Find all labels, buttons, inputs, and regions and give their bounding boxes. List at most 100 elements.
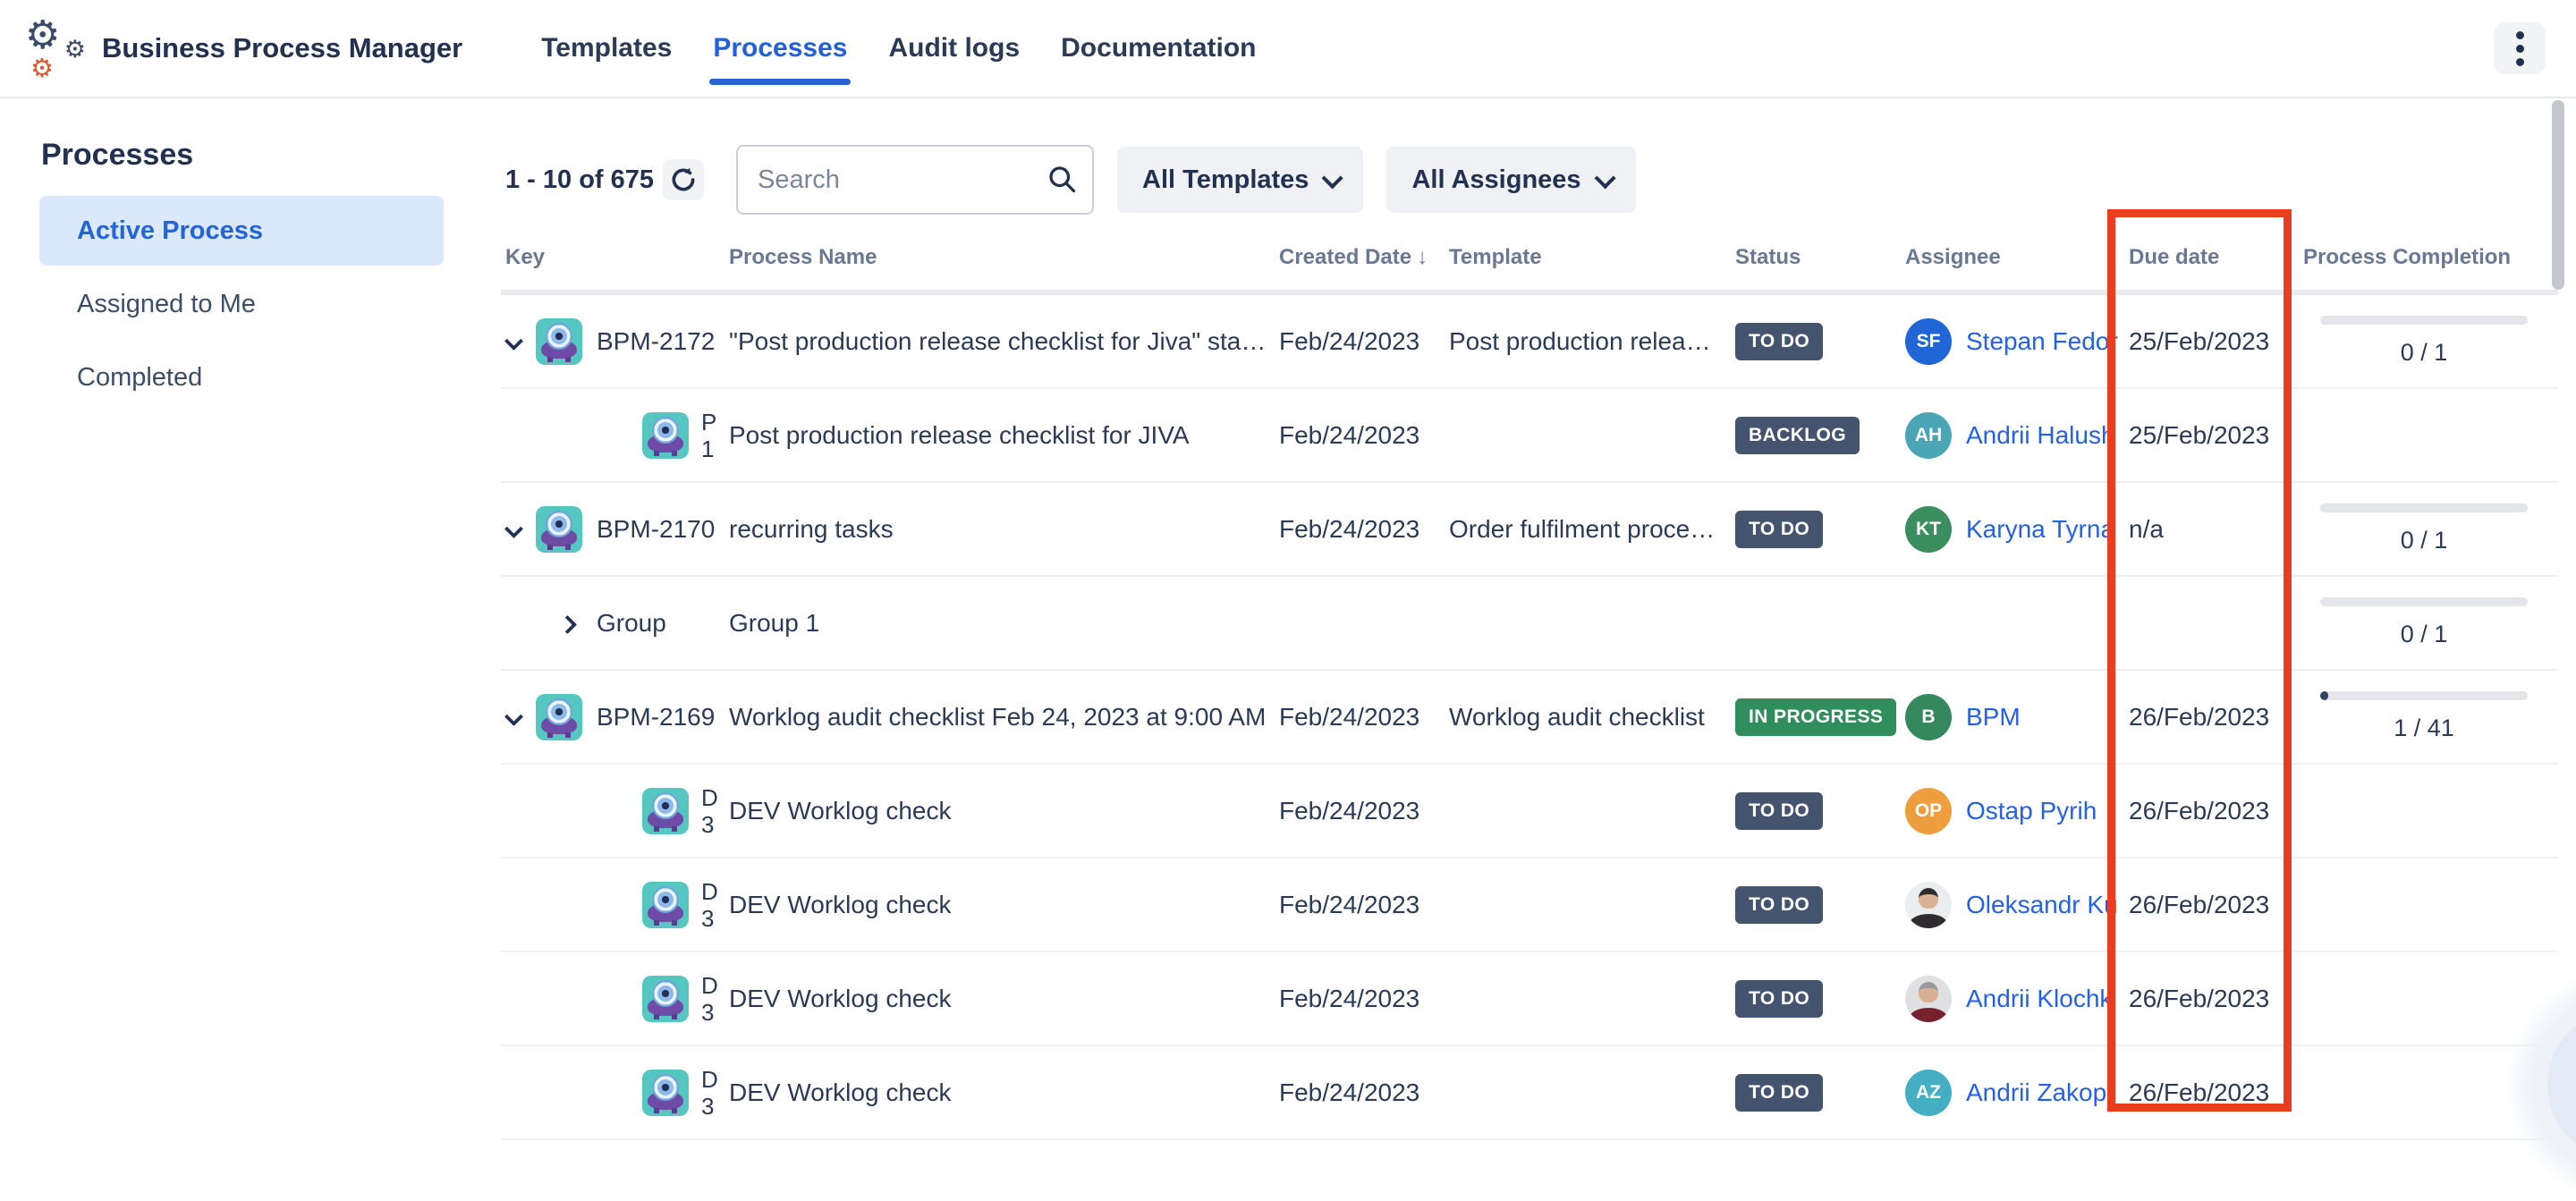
col-header-assignee[interactable]: Assignee [1901,245,2124,270]
status-cell: BACKLOG [1731,417,1901,454]
sidebar-heading: Processes [41,138,456,173]
avatar: B [1905,694,1952,740]
chevron-down-icon [1594,167,1615,189]
key-cell: BPM-2172 [501,318,724,365]
table-row[interactable]: BPM-2169 Worklog audit checklist Feb 24,… [501,671,2558,765]
assignees-filter-button[interactable]: All Assignees [1386,147,1635,213]
table-row[interactable]: BPM-2172 "Post production release checkl… [501,295,2558,389]
status-cell: TO DO [1731,886,1901,924]
process-key: D 3 [701,972,718,1026]
status-cell: TO DO [1731,323,1901,360]
completion-cell: 0 / 1 [2299,597,2545,648]
avatar: KT [1905,506,1952,553]
expander-icon[interactable] [505,521,521,537]
process-type-icon [536,506,582,553]
col-header-created-date[interactable]: Created Date↓ [1275,245,1445,270]
tab-templates[interactable]: Templates [541,0,672,97]
process-name[interactable]: Post production release checklist for JI… [724,421,1275,450]
assignee-name[interactable]: Stepan Fedor [1966,327,2118,356]
completion-text: 1 / 41 [2394,715,2454,742]
help-button[interactable]: ? [2547,1009,2576,1161]
search-icon [1046,163,1078,195]
assignee-name[interactable]: Andrii Zakop [1966,1078,2106,1107]
expander-icon[interactable] [505,334,521,350]
table-row[interactable]: Group Group 1 0 / 1 [501,577,2558,671]
result-count: 1 - 10 of 675 [505,165,654,195]
col-header-key[interactable]: Key [501,245,724,270]
status-cell: TO DO [1731,1074,1901,1112]
assignees-filter-label: All Assignees [1411,165,1580,195]
process-key: Group [597,610,666,637]
table-row[interactable]: D 3 DEV Worklog check Feb/24/2023 TO DO … [501,1046,2558,1140]
sidebar-item-completed[interactable]: Completed [39,343,444,412]
completion-cell: 0 / 1 [2299,316,2545,367]
process-type-icon [642,976,689,1022]
table-row[interactable]: D 3 DEV Worklog check Feb/24/2023 TO DO … [501,952,2558,1046]
vertical-scrollbar-thumb[interactable] [2552,100,2564,290]
expander-icon[interactable] [561,615,577,631]
search-box [736,145,1094,215]
assignee-name[interactable]: Andrii Halush [1966,421,2115,450]
completion-bar [2320,503,2528,512]
refresh-button[interactable] [663,159,704,200]
col-header-template[interactable]: Template [1445,245,1731,270]
assignee-name[interactable]: Andrii Klochk [1966,985,2112,1013]
table-row[interactable]: D 3 DEV Worklog check Feb/24/2023 TO DO … [501,765,2558,858]
process-table-body: BPM-2172 "Post production release checkl… [501,295,2558,1140]
due-date: 25/Feb/2023 [2124,327,2299,356]
col-header-status[interactable]: Status [1731,245,1901,270]
process-name[interactable]: "Post production release checklist for J… [724,327,1275,356]
more-menu-button[interactable] [2494,22,2546,74]
key-cell: D 3 [501,972,724,1026]
tab-documentation[interactable]: Documentation [1061,0,1256,97]
col-header-process-completion[interactable]: Process Completion [2299,245,2545,270]
process-name[interactable]: Worklog audit checklist Feb 24, 2023 at … [724,703,1275,732]
avatar: OP [1905,788,1952,834]
due-date: 26/Feb/2023 [2124,703,2299,732]
process-key: BPM-2169 [597,704,715,731]
process-name[interactable]: DEV Worklog check [724,985,1275,1013]
process-name[interactable]: recurring tasks [724,515,1275,544]
created-date: Feb/24/2023 [1275,985,1445,1013]
assignee-name[interactable]: Ostap Pyrih [1966,797,2097,825]
sidebar-item-assigned-to-me[interactable]: Assigned to Me [39,269,444,339]
created-date: Feb/24/2023 [1275,515,1445,544]
process-name[interactable]: DEV Worklog check [724,1078,1275,1107]
main-nav: Templates Processes Audit logs Documenta… [541,0,1256,97]
table-row[interactable]: P 1 Post production release checklist fo… [501,389,2558,483]
template-name: Post production relea… [1445,327,1731,356]
search-input[interactable] [736,145,1094,215]
assignee-name[interactable]: Oleksandr Ku [1966,891,2118,919]
process-type-icon [642,1070,689,1116]
completion-bar [2320,597,2528,606]
assignee-name[interactable]: Karyna Tyrna [1966,515,2114,544]
status-badge: TO DO [1735,323,1823,360]
process-name[interactable]: DEV Worklog check [724,891,1275,919]
app-logo-gears-icon: ⚙ ⚙ ⚙ [23,14,91,82]
avatar [1905,882,1952,928]
col-header-process-name[interactable]: Process Name [724,245,1275,270]
status-cell: TO DO [1731,792,1901,830]
sidebar-item-active-process[interactable]: Active Process [39,196,444,266]
status-badge: TO DO [1735,511,1823,548]
key-cell: BPM-2169 [501,694,724,740]
table-row[interactable]: D 3 DEV Worklog check Feb/24/2023 TO DO … [501,858,2558,952]
process-type-icon [536,318,582,365]
templates-filter-button[interactable]: All Templates [1117,147,1363,213]
tab-audit-logs[interactable]: Audit logs [888,0,1020,97]
assignee-cell: KT Karyna Tyrna [1901,506,2124,553]
process-name[interactable]: DEV Worklog check [724,797,1275,825]
completion-bar-fill [2320,691,2328,700]
avatar: SF [1905,318,1952,365]
assignee-name[interactable]: BPM [1966,703,2021,732]
table-row[interactable]: BPM-2170 recurring tasks Feb/24/2023 Ord… [501,483,2558,577]
chevron-down-icon [1322,167,1343,189]
refresh-icon [668,165,699,195]
tab-processes[interactable]: Processes [713,0,847,97]
due-date: 25/Feb/2023 [2124,421,2299,450]
due-date: 26/Feb/2023 [2124,797,2299,825]
col-header-due-date[interactable]: Due date [2124,245,2299,270]
process-name[interactable]: Group 1 [724,609,1275,638]
expander-icon[interactable] [505,709,521,725]
key-cell: BPM-2170 [501,506,724,553]
